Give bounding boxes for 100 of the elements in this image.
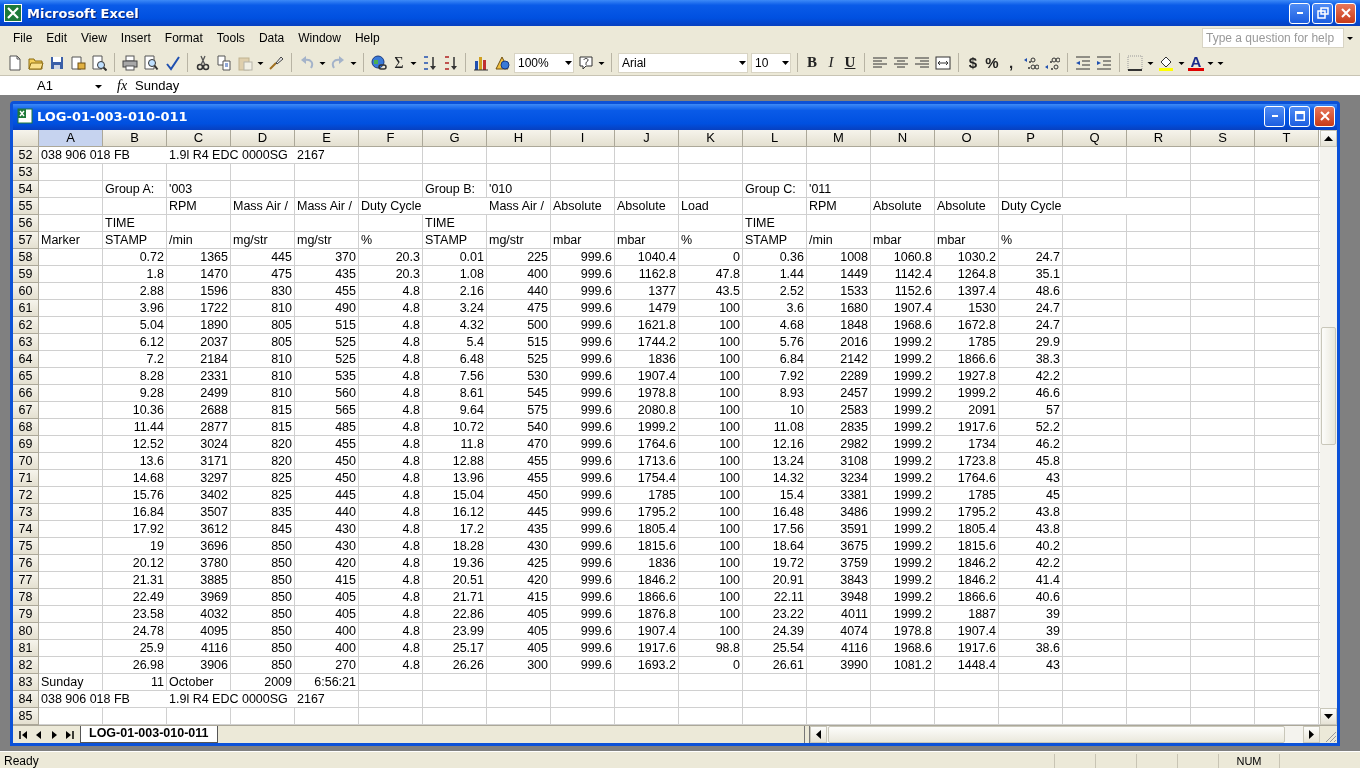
row-header[interactable]: 69 [13, 436, 39, 453]
drawing-tools-icon[interactable] [494, 54, 510, 71]
column-header[interactable]: S [1191, 130, 1255, 147]
next-sheet-icon[interactable] [49, 729, 59, 740]
row-header[interactable]: 82 [13, 657, 39, 674]
row-header[interactable]: 75 [13, 538, 39, 555]
align-center-icon[interactable] [893, 54, 909, 71]
menu-item[interactable]: Tools [209, 29, 252, 47]
row-header[interactable]: 56 [13, 215, 39, 232]
currency-button[interactable]: $ [965, 54, 981, 71]
row-header[interactable]: 80 [13, 623, 39, 640]
scroll-right-button[interactable] [1303, 726, 1320, 743]
menu-item[interactable]: Insert [113, 29, 158, 47]
vertical-scrollbar[interactable] [1320, 130, 1337, 725]
menu-item[interactable]: View [74, 29, 114, 47]
copy-icon[interactable] [216, 54, 232, 71]
row-header[interactable]: 83 [13, 674, 39, 691]
outdent-icon[interactable] [1075, 54, 1091, 71]
row-header[interactable]: 53 [13, 164, 39, 181]
increase-decimal-icon[interactable] [1023, 54, 1039, 71]
row-header[interactable]: 58 [13, 249, 39, 266]
row-header[interactable]: 78 [13, 589, 39, 606]
print-preview-icon[interactable] [143, 54, 159, 71]
row-header[interactable]: 60 [13, 283, 39, 300]
decrease-decimal-icon[interactable] [1044, 54, 1060, 71]
column-header[interactable]: J [615, 130, 679, 147]
spell-check-icon[interactable] [164, 54, 180, 71]
tab-split-handle[interactable] [804, 726, 810, 743]
align-left-icon[interactable] [872, 54, 888, 71]
font-color-button[interactable]: A [1188, 54, 1204, 71]
row-header[interactable]: 74 [13, 521, 39, 538]
restore-button[interactable] [1312, 2, 1333, 24]
scroll-thumb[interactable] [1321, 327, 1336, 445]
new-file-icon[interactable] [7, 54, 23, 71]
menu-item[interactable]: Format [157, 29, 210, 47]
row-header[interactable]: 65 [13, 368, 39, 385]
indent-icon[interactable] [1096, 54, 1112, 71]
row-header[interactable]: 62 [13, 317, 39, 334]
row-header[interactable]: 68 [13, 419, 39, 436]
autosum-button[interactable]: Σ [391, 53, 407, 72]
column-header[interactable]: B [103, 130, 167, 147]
column-header[interactable]: R [1127, 130, 1191, 147]
row-header[interactable]: 57 [13, 232, 39, 249]
column-header[interactable]: F [359, 130, 423, 147]
minimize-button[interactable] [1264, 105, 1285, 127]
column-header[interactable]: C [167, 130, 231, 147]
close-button[interactable] [1314, 105, 1335, 127]
globe-link-icon[interactable] [371, 54, 387, 71]
magnifier-document-icon[interactable] [91, 54, 107, 71]
font-dropdown[interactable]: Arial [618, 52, 748, 73]
underline-button[interactable]: U [842, 54, 858, 71]
percent-button[interactable]: % [984, 54, 1000, 71]
row-header[interactable]: 52 [13, 147, 39, 164]
formula-field[interactable]: Sunday [133, 77, 1360, 94]
font-size-dropdown[interactable]: 10 [751, 52, 791, 73]
row-header[interactable]: 81 [13, 640, 39, 657]
help-search-field[interactable]: Type a question for help [1202, 28, 1344, 48]
row-header[interactable]: 66 [13, 385, 39, 402]
row-header[interactable]: 73 [13, 504, 39, 521]
column-header[interactable]: E [295, 130, 359, 147]
column-header[interactable]: O [935, 130, 999, 147]
menu-item[interactable]: Window [291, 29, 348, 47]
close-button[interactable] [1335, 2, 1356, 24]
italic-button[interactable]: I [823, 54, 839, 71]
document-lock-icon[interactable] [70, 54, 86, 71]
row-header[interactable]: 61 [13, 300, 39, 317]
scissors-icon[interactable] [195, 54, 211, 71]
column-header[interactable]: A [39, 130, 103, 147]
column-header[interactable]: G [423, 130, 487, 147]
zoom-dropdown[interactable]: 100% [514, 52, 574, 73]
insert-function-button[interactable]: fx [111, 77, 134, 94]
printer-icon[interactable] [122, 54, 138, 71]
row-header[interactable]: 67 [13, 402, 39, 419]
row-header[interactable]: 84 [13, 691, 39, 708]
paintbrush-icon[interactable] [268, 54, 284, 71]
menu-item[interactable]: Help [347, 29, 387, 47]
menu-item[interactable]: Data [251, 29, 292, 47]
column-header[interactable]: K [679, 130, 743, 147]
menu-item[interactable]: File [6, 29, 40, 47]
scroll-up-button[interactable] [1320, 130, 1337, 147]
help-icon[interactable] [578, 54, 594, 71]
row-header[interactable]: 64 [13, 351, 39, 368]
bar-chart-icon[interactable] [473, 54, 489, 71]
row-header[interactable]: 77 [13, 572, 39, 589]
row-header[interactable]: 70 [13, 453, 39, 470]
row-header[interactable]: 63 [13, 334, 39, 351]
align-right-icon[interactable] [914, 54, 930, 71]
column-header[interactable]: H [487, 130, 551, 147]
column-header[interactable]: M [807, 130, 871, 147]
column-header[interactable]: L [743, 130, 807, 147]
scroll-left-button[interactable] [810, 726, 827, 743]
sort-ascending-icon[interactable] [421, 54, 437, 71]
row-header[interactable]: 72 [13, 487, 39, 504]
comma-button[interactable]: , [1003, 54, 1019, 71]
merge-center-icon[interactable] [935, 54, 951, 71]
sort-descending-icon[interactable] [442, 54, 458, 71]
column-header[interactable]: N [871, 130, 935, 147]
last-sheet-icon[interactable] [64, 729, 74, 740]
minimize-button[interactable] [1289, 2, 1310, 24]
borders-icon[interactable] [1127, 54, 1143, 71]
